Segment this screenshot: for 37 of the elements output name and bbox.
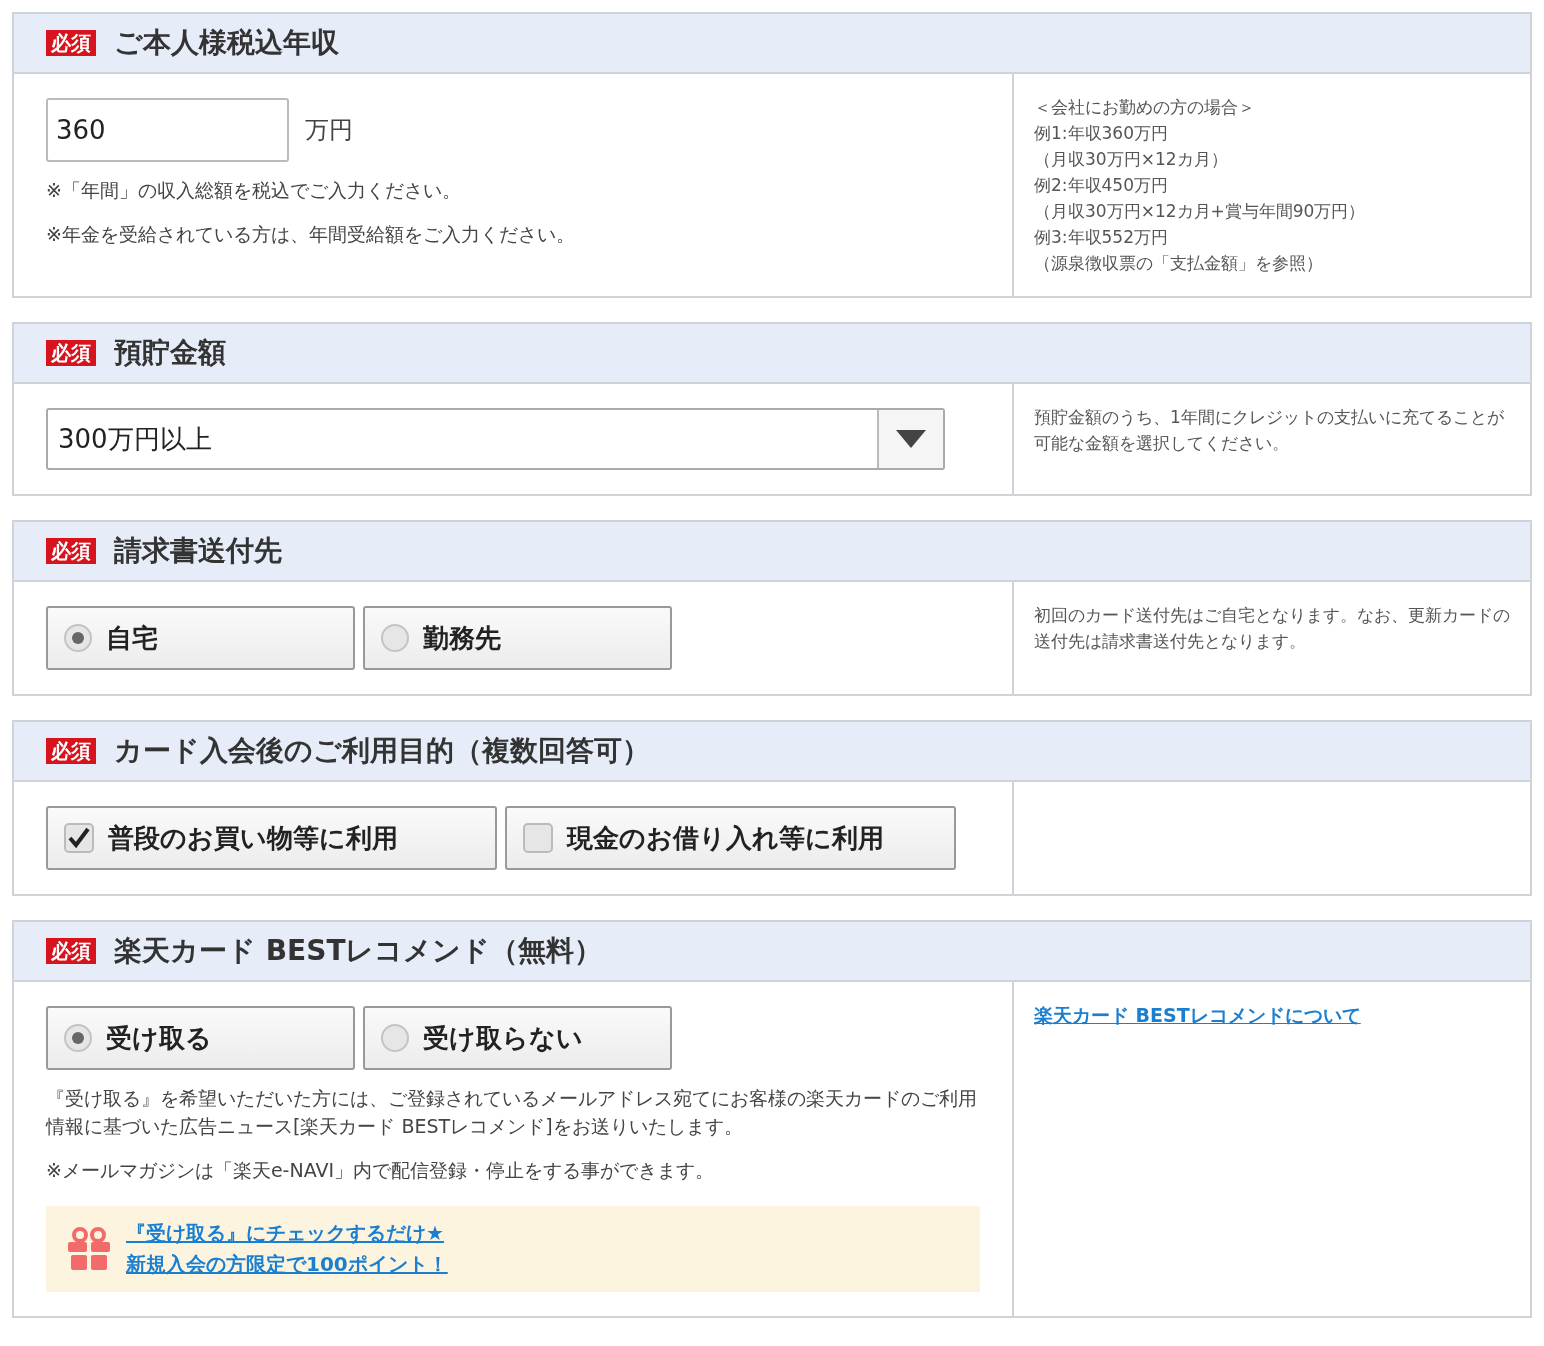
required-badge: 必須 <box>46 340 96 366</box>
note-text: 『受け取る』を希望いただいた方には、ご登録されているメールアドレス宛てにお客様の楽天カードのご利用情報に基づいた広告ニュース[楽天カード BESTレコメンド]をお送りいたします。 <box>46 1086 978 1139</box>
info-link[interactable]: 楽天カード BESTレコメンドについて <box>1034 1004 1361 1026</box>
select-field[interactable]: 300万円以上 <box>46 408 945 470</box>
required-badge: 必須 <box>46 30 96 56</box>
radio-option[interactable]: 勤務先 <box>363 606 672 670</box>
checkbox-option[interactable]: 普段のお買い物等に利用 <box>46 806 497 870</box>
note-text: ※「年間」の収入総額を税込でご入力ください。 <box>46 178 462 203</box>
section-title: 預貯金額 <box>114 335 226 371</box>
section-title: 楽天カード BESTレコメンド（無料） <box>114 933 603 969</box>
section-title: ご本人様税込年収 <box>114 25 339 61</box>
unit-label: 万円 <box>305 115 353 146</box>
promo-link[interactable]: 新規入会の方限定で100ポイント！ <box>126 1251 448 1278</box>
caret-icon <box>896 430 926 448</box>
gift-icon <box>66 1226 112 1272</box>
checkbox-option[interactable]: 現金のお借り入れ等に利用 <box>505 806 956 870</box>
required-badge: 必須 <box>46 938 96 964</box>
help-text: （源泉徴収票の「支払金額」を参照） <box>1034 252 1324 275</box>
radio-option[interactable]: 受け取る <box>46 1006 355 1070</box>
help-text: （月収30万円×12カ月） <box>1034 148 1229 171</box>
income-input[interactable]: 360 <box>46 98 289 162</box>
note-text: ※メールマガジンは「楽天e-NAVI」内で配信登録・停止をする事ができます。 <box>46 1158 716 1183</box>
help-text: 例2:年収450万円 <box>1034 174 1169 197</box>
help-text: ＜会社にお勤めの方の場合＞ <box>1034 96 1256 119</box>
help-text: 初回のカード送付先はご自宅となります。なお、更新カードの送付先は請求書送付先となります。 <box>1034 604 1510 653</box>
promo-link[interactable]: 『受け取る』にチェックするだけ★ <box>126 1220 448 1247</box>
required-badge: 必須 <box>46 538 96 564</box>
section-title: カード入会後のご利用目的（複数回答可） <box>114 733 650 769</box>
help-text: 例1:年収360万円 <box>1034 122 1169 145</box>
help-text: （月収30万円×12カ月+賞与年間90万円） <box>1034 200 1367 223</box>
note-text: ※年金を受給されている方は、年間受給額をご入力ください。 <box>46 222 576 247</box>
required-badge: 必須 <box>46 738 96 764</box>
section-title: 請求書送付先 <box>114 533 282 569</box>
help-text: 例3:年収552万円 <box>1034 226 1169 249</box>
radio-option[interactable]: 自宅 <box>46 606 355 670</box>
radio-option[interactable]: 受け取らない <box>363 1006 672 1070</box>
help-text: 預貯金額のうち、1年間にクレジットの支払いに充てることが可能な金額を選択してください。 <box>1034 406 1505 455</box>
